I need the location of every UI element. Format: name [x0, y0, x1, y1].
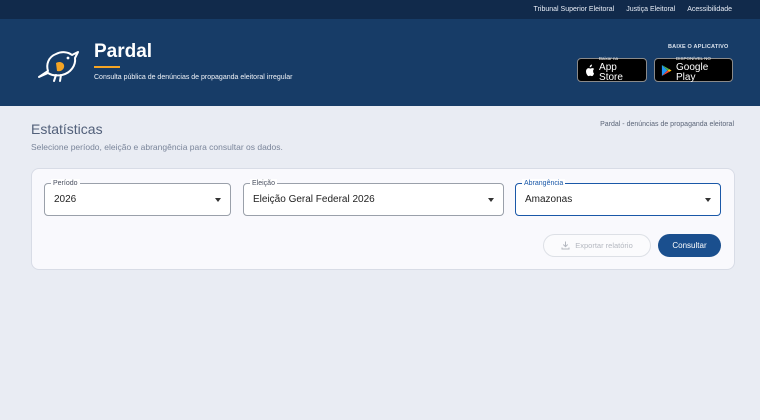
- caret-down-icon: [488, 198, 494, 202]
- filter-card: Período 2026 Eleição Eleição Geral Feder…: [31, 168, 735, 270]
- app-store-button[interactable]: Baixar na App Store: [577, 57, 647, 83]
- periodo-select[interactable]: Período 2026: [44, 179, 231, 216]
- link-tse[interactable]: Tribunal Superior Eleitoral: [534, 6, 615, 13]
- page-subtitle: Selecione período, eleição e abrangência…: [31, 142, 283, 152]
- eleicao-label: Eleição: [250, 179, 277, 188]
- brand-underline: [94, 66, 120, 68]
- bird-logo-icon[interactable]: [34, 43, 84, 83]
- abrangencia-select[interactable]: Abrangência Amazonas: [515, 179, 721, 216]
- brand-title: Pardal: [94, 41, 153, 62]
- abrangencia-value: Amazonas: [525, 194, 573, 205]
- apple-icon: [586, 64, 595, 76]
- eleicao-value: Eleição Geral Federal 2026: [253, 194, 375, 205]
- eleicao-select[interactable]: Eleição Eleição Geral Federal 2026: [243, 179, 504, 216]
- export-report-button[interactable]: Exportar relatório: [543, 234, 651, 257]
- app-store-label: App Store: [599, 61, 623, 83]
- header: Pardal Consulta pública de denúncias de …: [0, 19, 760, 106]
- consultar-button[interactable]: Consultar: [658, 234, 721, 257]
- abrangencia-label: Abrangência: [522, 179, 566, 188]
- caret-down-icon: [705, 198, 711, 202]
- top-bar: Tribunal Superior Eleitoral Justiça Elei…: [0, 0, 760, 19]
- download-app-title: BAIXE O APLICATIVO: [668, 44, 729, 50]
- google-play-label: Google Play: [676, 61, 709, 83]
- google-play-button[interactable]: DISPONÍVEL NO Google Play: [654, 57, 733, 83]
- brand-subtitle: Consulta pública de denúncias de propaga…: [94, 74, 293, 81]
- download-icon: [561, 241, 570, 250]
- breadcrumb: Pardal - denúncias de propaganda eleitor…: [600, 121, 734, 128]
- google-play-icon: [661, 64, 672, 76]
- caret-down-icon: [215, 198, 221, 202]
- link-justica-eleitoral[interactable]: Justiça Eleitoral: [626, 6, 675, 13]
- top-links: Tribunal Superior Eleitoral Justiça Elei…: [534, 0, 732, 19]
- link-acessibilidade[interactable]: Acessibilidade: [687, 6, 732, 13]
- periodo-value: 2026: [54, 194, 77, 205]
- periodo-label: Período: [51, 179, 80, 188]
- export-report-label: Exportar relatório: [575, 241, 633, 250]
- page-title: Estatísticas: [31, 121, 103, 137]
